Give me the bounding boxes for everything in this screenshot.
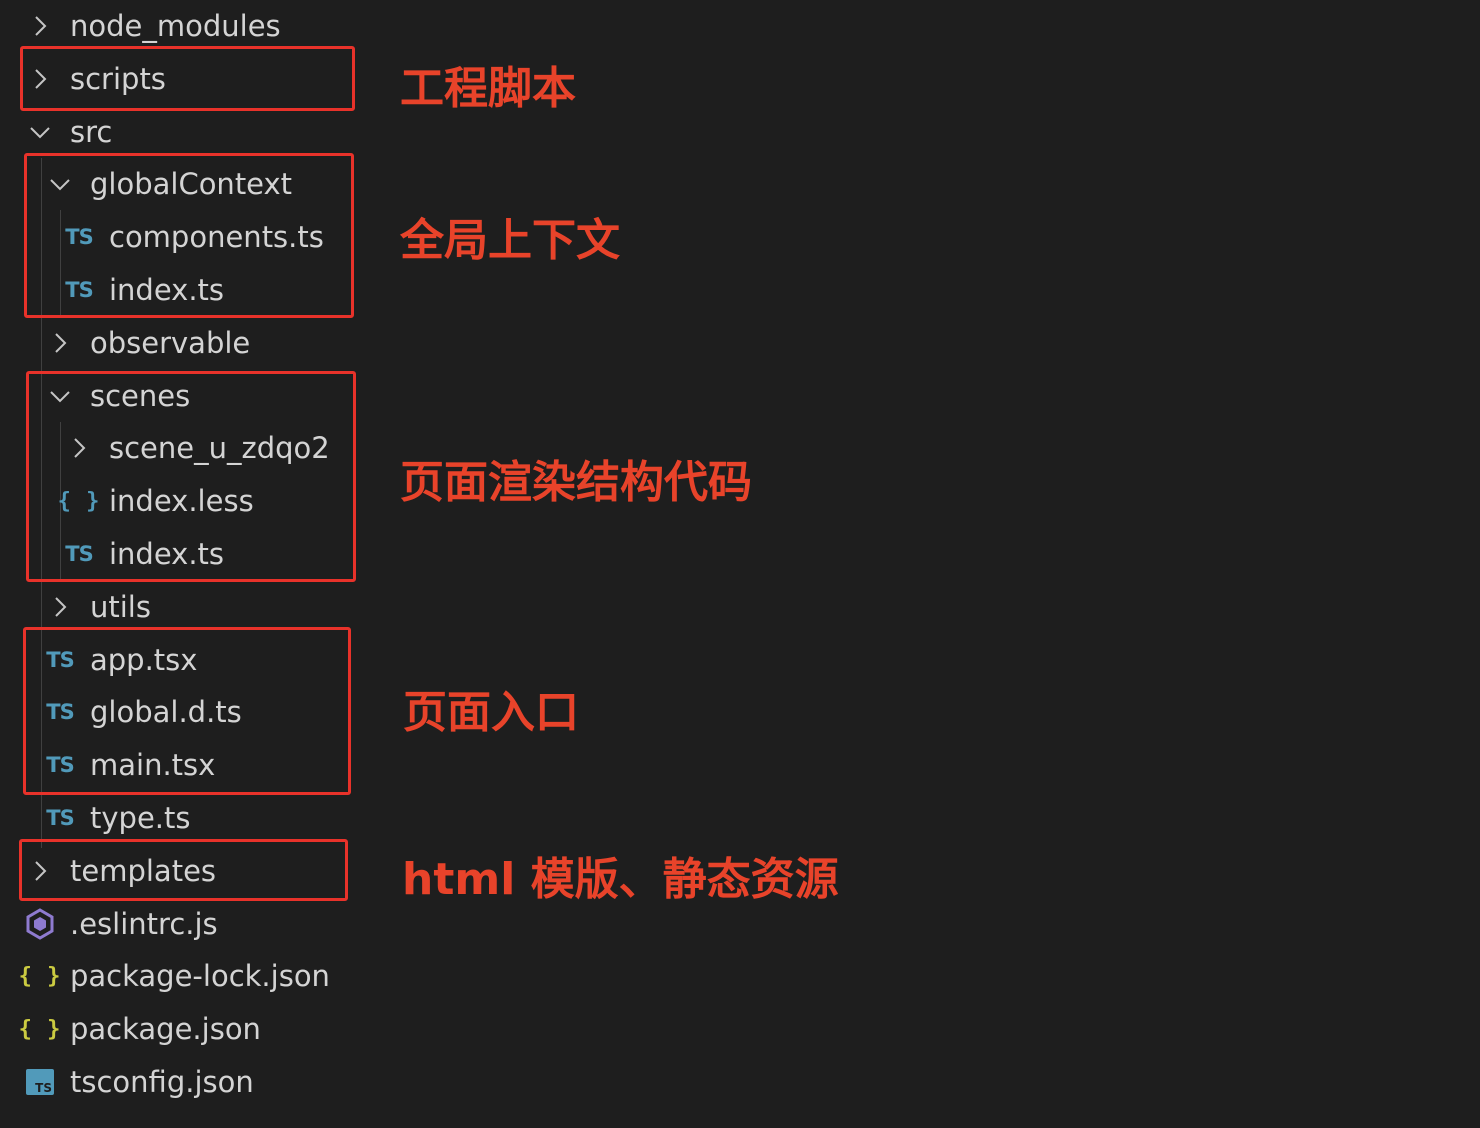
chevron-right-icon [42, 323, 78, 363]
tree-item-label: src [70, 115, 113, 149]
tree-item-package-json[interactable]: { } package.json [0, 1003, 402, 1055]
highlight-box-globalcontext [24, 153, 354, 318]
tree-item-src[interactable]: src [0, 106, 402, 158]
typescript-icon: TS [46, 806, 74, 830]
tree-item-label: package.json [70, 1012, 261, 1046]
highlight-box-entry [23, 627, 351, 795]
chevron-right-icon [42, 587, 78, 627]
tree-item-label: observable [90, 326, 251, 360]
tree-item-eslintrc[interactable]: .eslintrc.js [0, 898, 402, 950]
json-braces-icon: { } [18, 963, 62, 989]
tree-item-package-lock-json[interactable]: { } package-lock.json [0, 950, 402, 1002]
tree-item-label: .eslintrc.js [70, 907, 218, 941]
tree-item-node-modules[interactable]: node_modules [0, 0, 402, 52]
tree-item-label: package-lock.json [70, 959, 330, 993]
tree-item-label: utils [90, 590, 151, 624]
annotation-scripts: 工程脚本 [400, 63, 576, 114]
highlight-box-templates [19, 839, 348, 901]
eslint-icon [22, 904, 58, 944]
annotation-templates: html 模版、静态资源 [402, 854, 839, 905]
tree-item-observable[interactable]: observable [0, 317, 422, 369]
tree-item-tsconfig-json[interactable]: TS tsconfig.json [0, 1056, 402, 1108]
tree-item-label: node_modules [70, 9, 281, 43]
tsconfig-icon-text: TS [35, 1081, 52, 1095]
tsconfig-icon: TS [22, 1062, 58, 1102]
tree-item-label: tsconfig.json [70, 1065, 254, 1099]
json-braces-icon: { } [18, 1016, 62, 1042]
tree-item-type-ts[interactable]: TS type.ts [0, 792, 422, 844]
tree-item-utils[interactable]: utils [0, 581, 422, 633]
annotation-global-context: 全局上下文 [400, 215, 620, 266]
tree-item-label: type.ts [90, 801, 191, 835]
annotation-entry: 页面入口 [403, 687, 579, 738]
chevron-right-icon [22, 6, 58, 46]
highlight-box-scenes [26, 371, 356, 582]
chevron-down-icon [22, 112, 58, 152]
highlight-box-scripts [20, 46, 355, 111]
annotation-scenes: 页面渲染结构代码 [400, 457, 752, 508]
